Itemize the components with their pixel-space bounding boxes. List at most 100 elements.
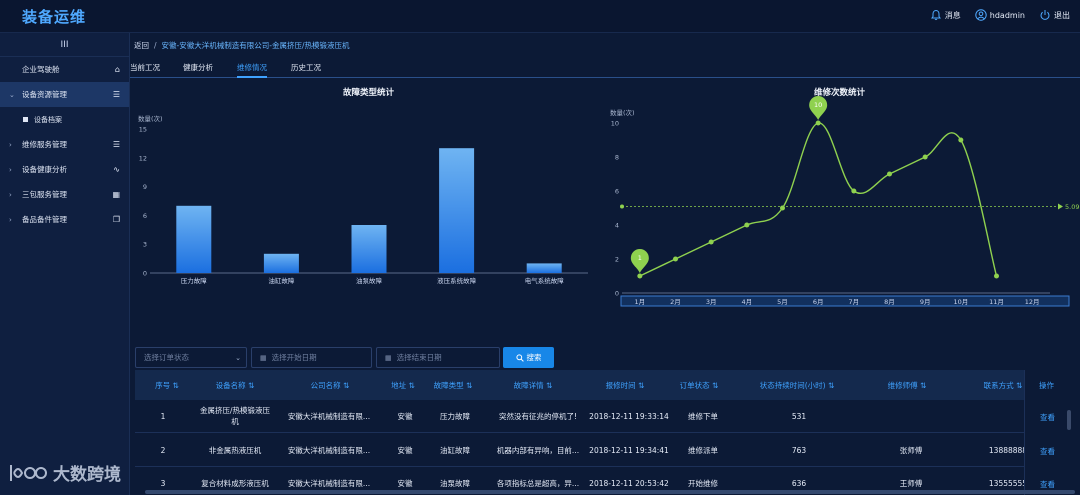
sidebar-item-label: 企业驾驶舱 [22, 65, 60, 74]
tab-maintenance[interactable]: 维修情况 [237, 62, 267, 78]
y-axis-label: 数量(次) [610, 108, 635, 117]
user-icon [975, 9, 987, 21]
data-point [922, 154, 928, 160]
tab-history[interactable]: 历史工况 [291, 62, 321, 73]
sidebar-item-maintenance-service[interactable]: › 维修服务管理 ☰ [0, 132, 129, 157]
y-tick-label: 12 [139, 154, 147, 162]
calendar-icon: ▦ [385, 353, 392, 362]
y-tick-label: 2 [615, 256, 619, 264]
bar [439, 148, 475, 273]
sidebar-item-health-analysis[interactable]: › 设备健康分析 ∿ [0, 157, 129, 182]
cell-order-status: 维修派单 [688, 446, 718, 455]
vertical-scrollbar[interactable] [1067, 410, 1071, 430]
x-tick-label: 5月 [777, 298, 788, 306]
mark-line-label: 5.09 [1065, 203, 1079, 211]
sidebar-item-dashboard[interactable]: 企业驾驶舱 ⌂ [0, 57, 129, 82]
col-header-contact[interactable]: 联系方式 ⇅ [984, 380, 1023, 391]
cell-address: 安徽 [397, 479, 413, 488]
col-header-equipment-name[interactable]: 设备名称 ⇅ [216, 380, 255, 391]
messages-button[interactable]: 消息 [930, 9, 961, 21]
chevron-down-icon: ⌄ [235, 353, 241, 362]
data-point [744, 222, 750, 228]
copy-icon: ❐ [112, 215, 120, 224]
sidebar-item-label: 备品备件管理 [22, 215, 67, 224]
cell-report-time: 2018-12-11 19:33:14 [589, 412, 669, 421]
order-status-select[interactable]: 选择订单状态 ⌄ [135, 347, 247, 368]
grid-icon: ▦ [112, 190, 120, 199]
cell-equipment-name: 金属挤压/热模锻液压 机 [199, 406, 271, 426]
bar [526, 263, 562, 273]
start-date-placeholder: 选择开始日期 [271, 353, 317, 362]
search-button[interactable]: 搜索 [503, 347, 554, 368]
line-chart-icon: ∿ [113, 165, 120, 174]
x-tick-label: 6月 [813, 298, 824, 306]
x-tick-label: 油泵故障 [356, 276, 383, 285]
order-status-placeholder: 选择订单状态 [144, 353, 189, 362]
sidebar-collapse-button[interactable]: III [0, 33, 129, 57]
sidebar-item-spare-parts[interactable]: › 备品备件管理 ❐ [0, 207, 129, 232]
cell-technician: 王师傅 [899, 479, 923, 488]
y-tick-label: 15 [139, 126, 147, 134]
home-icon: ⌂ [114, 65, 120, 74]
list-icon: ☰ [112, 140, 120, 149]
data-point [851, 188, 857, 194]
search-icon [515, 353, 524, 362]
cell-fault-detail: 机器内部有异响，目前... [496, 446, 580, 455]
cell-fault-type: 压力故障 [440, 412, 470, 421]
table-row: 2 非金属热液压机 安徽大洋机械制造有限... 安徽 油缸故障 机器内部有异响，… [135, 434, 1079, 467]
cell-index: 3 [160, 479, 166, 488]
end-date-input[interactable]: ▦ 选择结束日期 [376, 347, 500, 368]
bar [263, 253, 299, 273]
series-line [639, 122, 998, 277]
data-point [958, 137, 964, 143]
cell-fault-type: 油泵故障 [440, 479, 470, 488]
view-link[interactable]: 查看 [1040, 412, 1055, 423]
data-point [708, 239, 714, 245]
y-tick-label: 6 [143, 212, 147, 220]
sidebar-item-equipment-archive[interactable]: 设备档案 [0, 107, 129, 132]
col-header-fault-detail[interactable]: 故障详情 ⇅ [514, 380, 553, 391]
logout-button[interactable]: 退出 [1039, 9, 1070, 21]
sidebar-item-label: 设备健康分析 [22, 165, 67, 174]
breadcrumb-back-link[interactable]: 返回 [134, 41, 149, 50]
view-link[interactable]: 查看 [1040, 446, 1055, 457]
cell-report-time: 2018-12-11 20:53:42 [589, 479, 669, 488]
y-tick-label: 6 [615, 188, 619, 196]
horizontal-scrollbar[interactable] [145, 490, 1075, 494]
user-menu[interactable]: hdadmin [975, 9, 1025, 21]
col-header-status-duration[interactable]: 状态持续时间(小时) ⇅ [760, 380, 835, 391]
col-header-report-time[interactable]: 报修时间 ⇅ [606, 380, 645, 391]
sidebar-item-warranty-service[interactable]: › 三包服务管理 ▦ [0, 182, 129, 207]
view-link[interactable]: 查看 [1040, 479, 1055, 490]
col-header-technician[interactable]: 维修师傅 ⇅ [888, 380, 927, 391]
col-header-address[interactable]: 地址 ⇅ [391, 380, 415, 391]
bell-icon [930, 9, 941, 21]
tab-current-status[interactable]: 当前工况 [130, 62, 160, 73]
data-point [815, 120, 821, 126]
breadcrumb-path[interactable]: 安徽-安徽大洋机械制造有限公司-金属挤压/热模锻液压机 [162, 41, 350, 50]
x-tick-label: 7月 [849, 298, 860, 306]
cell-order-status: 维修下单 [688, 412, 718, 421]
start-date-input[interactable]: ▦ 选择开始日期 [251, 347, 372, 368]
cell-fault-detail: 突然没有征兆的停机了! [498, 412, 578, 421]
cell-contact: 13555555 [988, 479, 1028, 488]
sidebar-item-equipment-resources[interactable]: ⌄ 设备资源管理 ☰ [0, 82, 129, 107]
x-tick-label: 电气系统故障 [525, 276, 565, 285]
cell-equipment-name: 复合材料成形液压机 [201, 479, 269, 488]
chevron-right-icon: › [9, 165, 12, 174]
table-row: 1 金属挤压/热模锻液压 机 安徽大洋机械制造有限... 安徽 压力故障 突然没… [135, 400, 1079, 433]
x-tick-label: 11月 [989, 298, 1004, 306]
tab-health-analysis[interactable]: 健康分析 [183, 62, 213, 73]
x-tick-label: 4月 [742, 298, 753, 306]
tab-bar: 当前工况 健康分析 维修情况 历史工况 [130, 61, 1080, 78]
col-header-order-status[interactable]: 订单状态 ⇅ [680, 380, 719, 391]
cell-report-time: 2018-12-11 19:34:41 [589, 446, 669, 455]
y-axis-label: 数量(次) [138, 114, 163, 123]
cell-company: 安徽大洋机械制造有限... [287, 479, 371, 488]
data-point [994, 273, 999, 279]
col-header-company[interactable]: 公司名称 ⇅ [311, 380, 350, 391]
watermark-text: 大数跨境 [53, 465, 121, 485]
chevron-right-icon: › [9, 140, 12, 149]
col-header-fault-type[interactable]: 故障类型 ⇅ [434, 380, 473, 391]
col-header-index[interactable]: 序号 ⇅ [155, 380, 179, 391]
